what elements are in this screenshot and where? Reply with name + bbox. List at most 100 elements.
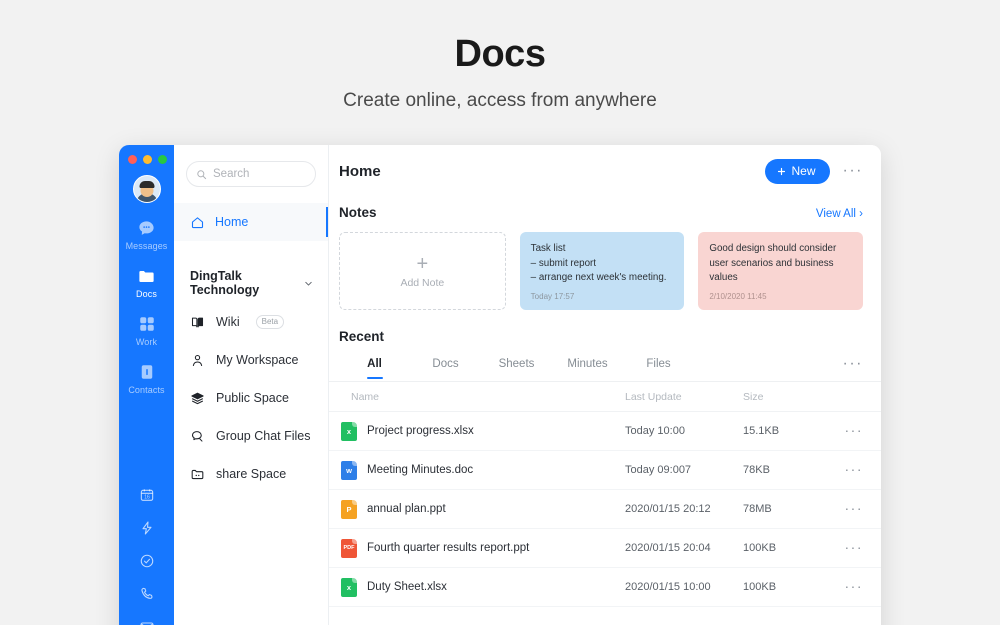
page-root: Docs Create online, access from anywhere (0, 0, 1000, 625)
table-row[interactable]: w Meeting Minutes.doc Today 09:007 78KB … (329, 451, 881, 490)
table-row[interactable]: PDF Fourth quarter results report.ppt 20… (329, 529, 881, 568)
maximize-icon[interactable] (158, 155, 167, 164)
cell-name: P annual plan.ppt (339, 500, 625, 519)
rail-item-docs[interactable]: Docs (119, 266, 174, 299)
search-input[interactable]: Search (186, 161, 316, 187)
main-title: Home (339, 163, 765, 180)
row-more-icon[interactable]: ··· (845, 539, 864, 555)
view-all-link[interactable]: View All › (816, 208, 863, 220)
cell-actions[interactable]: ··· (833, 461, 863, 479)
rail-item-contacts[interactable]: Contacts (119, 362, 174, 395)
person-icon (190, 353, 205, 368)
chevron-down-icon (303, 278, 314, 289)
rail-label-docs: Docs (136, 289, 157, 299)
sidebar-label-my-workspace: My Workspace (216, 353, 298, 367)
recent-tabs: All Docs Sheets Minutes Files ··· (329, 346, 881, 382)
note-card[interactable]: Task list – submit report – arrange next… (520, 232, 685, 310)
xlsx-file-icon: x (341, 578, 357, 597)
add-note-card[interactable]: + Add Note (339, 232, 506, 310)
search-placeholder: Search (213, 168, 249, 180)
row-more-icon[interactable]: ··· (845, 422, 864, 438)
tab-all[interactable]: All (339, 358, 410, 379)
lightning-icon[interactable] (139, 520, 155, 536)
org-selector[interactable]: DingTalk Technology (174, 269, 328, 297)
file-name: Project progress.xlsx (367, 425, 474, 437)
new-button-label: New (792, 164, 816, 178)
table-row[interactable]: x Duty Sheet.xlsx 2020/01/15 10:00 100KB… (329, 568, 881, 607)
tab-docs[interactable]: Docs (410, 358, 481, 379)
table-row[interactable]: P annual plan.ppt 2020/01/15 20:12 78MB … (329, 490, 881, 529)
main-header: Home New ··· (329, 145, 881, 197)
sidebar-item-share-space[interactable]: share Space (174, 455, 328, 493)
note-card[interactable]: Good design should consider user scenari… (698, 232, 863, 310)
contacts-icon (138, 362, 156, 382)
header-more-icon[interactable]: ··· (843, 163, 863, 179)
row-more-icon[interactable]: ··· (845, 461, 864, 477)
sidebar-label-group-chat-files: Group Chat Files (216, 429, 310, 443)
cell-actions[interactable]: ··· (833, 539, 863, 557)
sidebar-item-public-space[interactable]: Public Space (174, 379, 328, 417)
tab-files[interactable]: Files (623, 358, 694, 379)
org-name: DingTalk Technology (190, 269, 303, 297)
new-button[interactable]: New (765, 159, 830, 184)
promo-header: Docs Create online, access from anywhere (0, 0, 1000, 112)
sidebar-item-group-chat-files[interactable]: Group Chat Files (174, 417, 328, 455)
minimize-icon[interactable] (143, 155, 152, 164)
sidebar-label-wiki: Wiki (216, 315, 240, 329)
row-more-icon[interactable]: ··· (845, 578, 864, 594)
file-name: Fourth quarter results report.ppt (367, 542, 529, 554)
chat-icon (137, 218, 156, 238)
app-window: Messages Docs Work (119, 145, 881, 625)
table-row[interactable]: x Project progress.xlsx Today 10:00 15.1… (329, 412, 881, 451)
sidebar-label-public-space: Public Space (216, 391, 289, 405)
cell-name: x Duty Sheet.xlsx (339, 578, 625, 597)
add-note-label: Add Note (400, 277, 444, 289)
layers-icon (190, 391, 205, 406)
tab-minutes[interactable]: Minutes (552, 358, 623, 379)
note-timestamp: 2/10/2020 11:45 (709, 292, 766, 301)
cell-last-update: 2020/01/15 20:04 (625, 542, 743, 554)
tab-sheets[interactable]: Sheets (481, 358, 552, 379)
rail-item-messages[interactable]: Messages (119, 218, 174, 251)
file-name: annual plan.ppt (367, 503, 446, 515)
rail-label-messages: Messages (126, 241, 168, 251)
cell-name: w Meeting Minutes.doc (339, 461, 625, 480)
close-icon[interactable] (128, 155, 137, 164)
window-controls[interactable] (119, 155, 167, 164)
mail-icon[interactable] (139, 619, 155, 625)
cell-size: 100KB (743, 581, 833, 593)
sidebar-item-my-workspace[interactable]: My Workspace (174, 341, 328, 379)
plus-icon (776, 166, 787, 177)
rail-item-work[interactable]: Work (119, 314, 174, 347)
avatar-hair (139, 181, 154, 188)
calendar-16-icon[interactable]: 16 (139, 487, 155, 503)
note-timestamp: Today 17:57 (531, 292, 575, 301)
cell-actions[interactable]: ··· (833, 578, 863, 596)
row-more-icon[interactable]: ··· (845, 500, 864, 516)
xlsx-file-icon: x (341, 422, 357, 441)
phone-icon[interactable] (139, 586, 155, 602)
pdf-file-icon: PDF (341, 539, 357, 558)
table-body: x Project progress.xlsx Today 10:00 15.1… (329, 412, 881, 607)
grid-icon (138, 314, 156, 334)
sidebar-label-home: Home (215, 215, 248, 229)
tabs-more-icon[interactable]: ··· (843, 356, 863, 372)
ppt-file-icon: P (341, 500, 357, 519)
active-indicator (326, 207, 329, 237)
view-all-label: View All (816, 208, 856, 220)
recent-title: Recent (339, 329, 384, 344)
main-content: Home New ··· Notes View All › + (329, 145, 881, 625)
sidebar-item-home[interactable]: Home (174, 203, 328, 241)
check-circle-icon[interactable] (139, 553, 155, 569)
sidebar-label-share-space: share Space (216, 467, 286, 481)
cell-actions[interactable]: ··· (833, 422, 863, 440)
recent-section-header: Recent (329, 310, 881, 346)
avatar[interactable] (133, 175, 161, 203)
rail-bottom-icons: 16 (119, 487, 174, 625)
file-name: Meeting Minutes.doc (367, 464, 473, 476)
cell-actions[interactable]: ··· (833, 500, 863, 518)
rail-label-contacts: Contacts (128, 385, 164, 395)
note-text: Task list – submit report – arrange next… (531, 242, 674, 286)
sidebar-item-wiki[interactable]: Wiki Beta (174, 303, 328, 341)
add-note-plus-icon: + (416, 254, 428, 274)
